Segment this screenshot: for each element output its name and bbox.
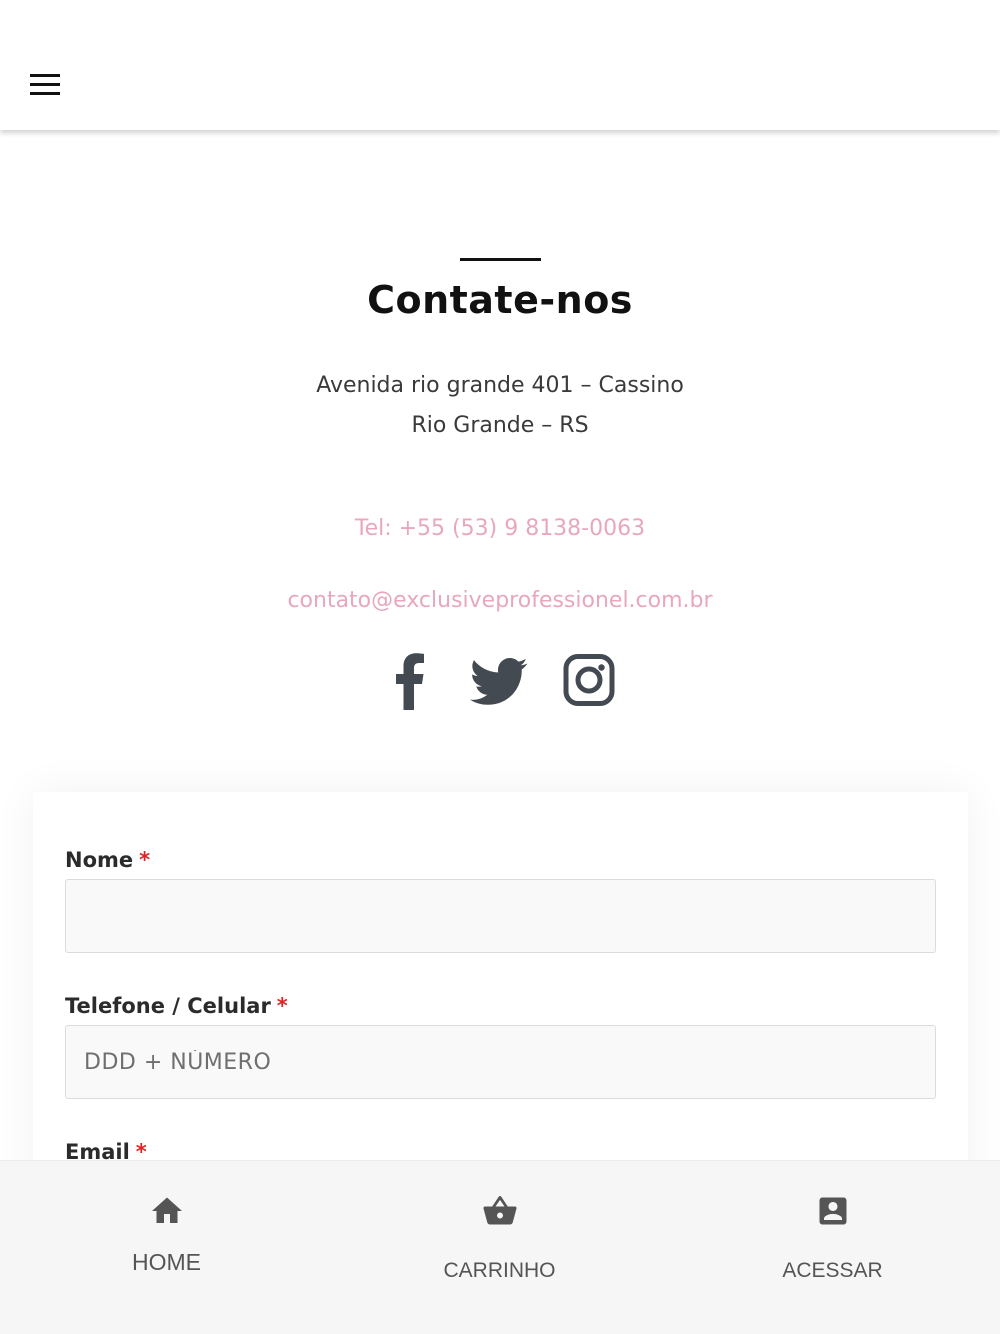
- address-line-city: Rio Grande – RS: [411, 413, 589, 438]
- nav-access[interactable]: ACESSAR: [666, 1161, 999, 1334]
- email-link[interactable]: contato@exclusiveprofessionel.com.br: [0, 588, 1000, 613]
- nav-home[interactable]: HOME: [0, 1161, 333, 1334]
- page-title: Contate-nos: [367, 278, 633, 322]
- phone-link[interactable]: Tel: +55 (53) 9 8138-0063: [0, 516, 1000, 541]
- title-divider: [460, 258, 541, 261]
- bottom-navigation: HOME CARRINHO ACESSAR: [0, 1160, 1000, 1334]
- phone-input[interactable]: [65, 1025, 936, 1099]
- nav-cart-label: CARRINHO: [443, 1259, 556, 1282]
- twitter-icon[interactable]: [468, 648, 530, 712]
- nav-cart[interactable]: CARRINHO: [333, 1161, 666, 1334]
- social-links: [380, 648, 630, 714]
- home-icon: [151, 1197, 182, 1223]
- phone-label: Telefone / Celular *: [65, 994, 288, 1018]
- basket-icon: [483, 1196, 516, 1225]
- instagram-icon[interactable]: [558, 648, 620, 712]
- required-mark: *: [139, 848, 151, 872]
- facebook-icon[interactable]: [380, 648, 442, 712]
- nav-home-label: HOME: [132, 1249, 201, 1275]
- address-line-street: Avenida rio grande 401 – Cassino: [316, 373, 684, 398]
- address-block: Avenida rio grande 401 – Cassino Rio Gra…: [0, 366, 1000, 446]
- name-label-text: Nome: [65, 848, 134, 872]
- top-app-bar: [0, 0, 1000, 130]
- account-box-icon: [819, 1197, 846, 1225]
- phone-label-text: Telefone / Celular: [65, 994, 271, 1018]
- hamburger-menu-icon[interactable]: [30, 74, 62, 96]
- name-label: Nome *: [65, 848, 150, 872]
- nav-access-label: ACESSAR: [782, 1259, 883, 1282]
- required-mark: *: [276, 994, 288, 1018]
- name-input[interactable]: [65, 879, 936, 953]
